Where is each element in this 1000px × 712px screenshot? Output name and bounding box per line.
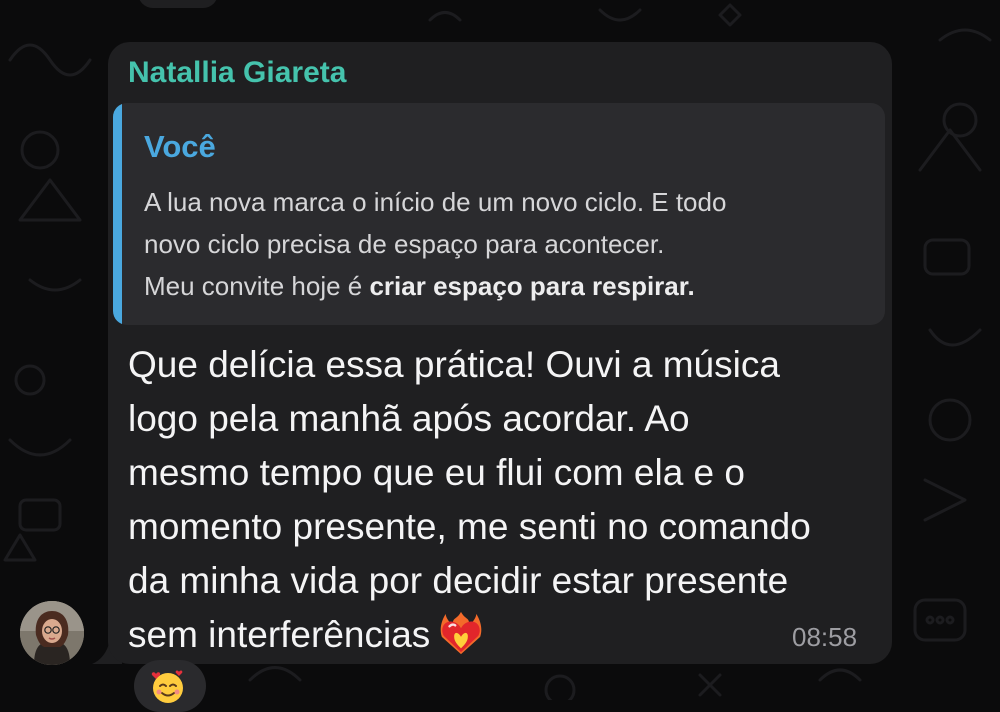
message-line: Que delícia essa prática! Ouvi a música (128, 344, 780, 385)
quote-last-line-prefix: Meu convite hoje é (144, 271, 370, 301)
message-line: momento presente, me senti no comando (128, 506, 811, 547)
quote-line: novo ciclo precisa de espaço para aconte… (144, 229, 665, 259)
quote-author: Você (144, 129, 216, 164)
sender-avatar[interactable] (20, 601, 84, 665)
message-last-line: sem interferências (128, 614, 431, 655)
smiling-face-with-hearts-icon (151, 670, 183, 703)
message-line: da minha vida por decidir estar presente (128, 560, 789, 601)
quoted-reply[interactable]: Você A lua nova marca o início de um nov… (113, 103, 885, 325)
quote-accent-bar (113, 103, 122, 325)
message-text: Que delícia essa prática! Ouvi a música … (128, 338, 888, 662)
quote-line: A lua nova marca o início de um novo cic… (144, 187, 727, 217)
message-line: mesmo tempo que eu flui com ela e o (128, 452, 745, 493)
avatar-portrait (20, 601, 84, 665)
heart-on-fire-icon (440, 612, 482, 655)
quote-text: A lua nova marca o início de um novo cic… (144, 181, 874, 307)
message-timestamp: 08:58 (792, 622, 858, 652)
message-line: logo pela manhã após acordar. Ao (128, 398, 690, 439)
quote-line: Meu convite hoje é criar espaço para res… (144, 265, 874, 307)
sender-name[interactable]: Natallia Giareta (128, 56, 346, 90)
previous-message-edge (138, 0, 218, 8)
message-line: sem interferências (128, 608, 888, 662)
quote-last-line-bold: criar espaço para respirar. (369, 271, 695, 301)
